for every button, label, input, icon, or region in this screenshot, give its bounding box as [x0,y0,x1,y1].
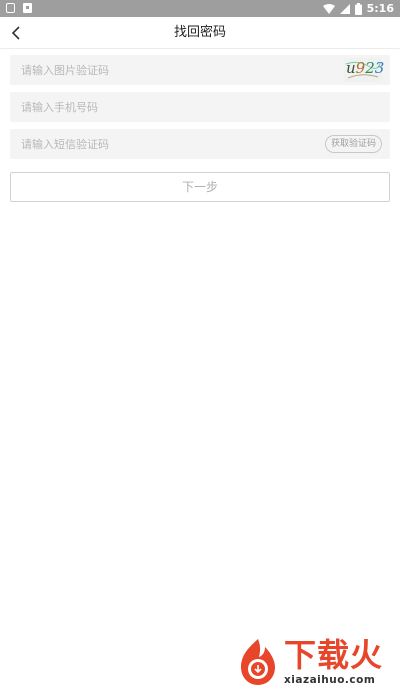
watermark-url: xiazaihuo.com [284,674,376,686]
status-time: 5:16 [366,2,394,15]
sms-code-field: 获取验证码 [10,129,390,159]
header-bar: 找回密码 [0,17,400,49]
flame-logo-icon [241,639,275,685]
get-sms-code-button[interactable]: 获取验证码 [324,135,382,153]
next-button[interactable]: 下一步 [10,172,390,202]
status-bar: 5:16 [0,0,400,17]
status-bar-system: 5:16 [322,0,394,17]
signal-icon [339,3,350,14]
status-bar-notifications [6,3,32,13]
page-title: 找回密码 [173,25,226,40]
captcha-text: u923 [346,59,385,77]
phone-input[interactable] [10,92,310,122]
notification-icon [6,3,15,13]
captcha-input[interactable] [10,55,310,85]
back-button[interactable] [4,21,28,45]
captcha-field: u923 [10,55,390,85]
sms-code-input[interactable] [10,129,310,159]
captcha-image[interactable]: u923 [344,58,385,82]
watermark-logo: 下载火 xiazaihuo.com [232,632,398,690]
sim-notification-icon [23,3,32,13]
battery-icon [354,2,362,15]
watermark-brand: 下载火 [284,636,384,674]
phone-field [10,92,390,122]
wifi-icon [322,3,335,14]
chevron-left-icon [11,26,20,40]
